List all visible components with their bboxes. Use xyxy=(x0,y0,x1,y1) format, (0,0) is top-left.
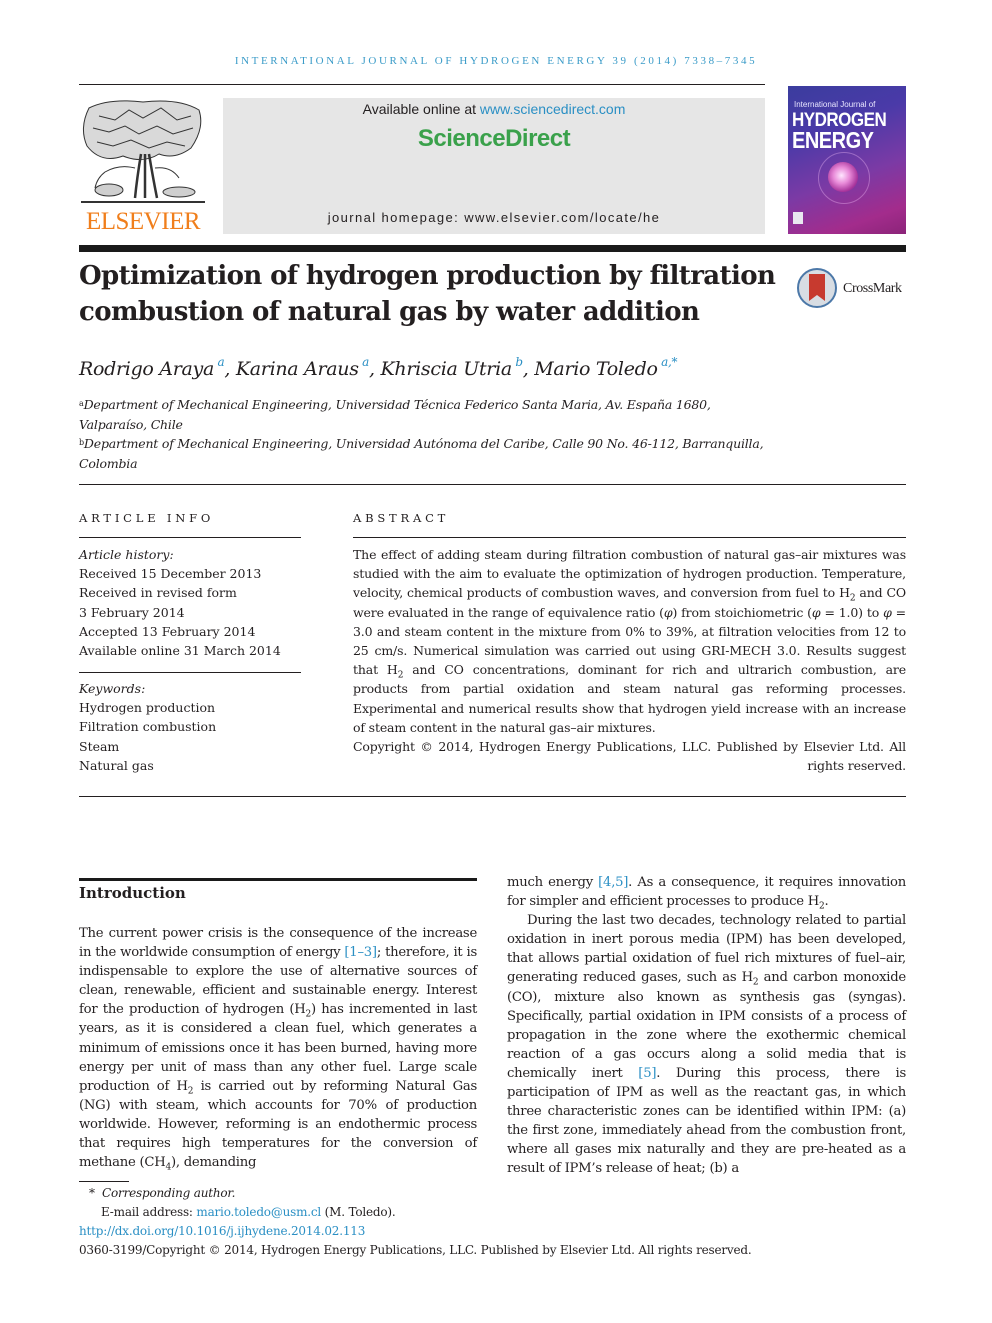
divider xyxy=(79,672,301,673)
introduction-left-column: The current power crisis is the conseque… xyxy=(79,926,477,1173)
available-online: Available online at www.sciencedirect.co… xyxy=(223,101,765,117)
cover-orb-graphic xyxy=(828,162,858,192)
author-affiliation-mark[interactable]: b xyxy=(515,355,523,369)
article-info-heading: ARTICLE INFO xyxy=(79,511,215,525)
issn-copyright: 0360-3199/Copyright © 2014, Hydrogen Ene… xyxy=(79,1243,752,1257)
introduction-heading: Introduction xyxy=(79,884,186,902)
abstract-body: The effect of adding steam during filtra… xyxy=(353,545,906,775)
keyword[interactable]: Filtration combustion xyxy=(79,717,301,736)
journal-homepage-label: journal homepage: xyxy=(327,210,465,225)
keyword[interactable]: Steam xyxy=(79,737,301,756)
crossmark-label: CrossMark xyxy=(843,281,902,296)
header-rule xyxy=(79,245,906,252)
paragraph: much energy [4,5]. As a consequence, it … xyxy=(507,875,906,912)
elsevier-wordmark: ELSEVIER xyxy=(85,208,201,235)
paragraph: During the last two decades, technology … xyxy=(507,913,906,1177)
email-link[interactable]: mario.toledo@usm.cl xyxy=(196,1205,321,1219)
available-online-label: Available online at xyxy=(362,101,480,117)
keywords-label: Keywords: xyxy=(79,681,146,696)
journal-cover[interactable]: International Journal of HYDROGEN ENERGY xyxy=(788,86,906,234)
author-name[interactable]: Mario Toledo xyxy=(534,358,658,380)
history-entry: Accepted 13 February 2014 xyxy=(79,623,256,639)
affiliation-text: Department of Mechanical Engineering, Un… xyxy=(79,436,764,471)
citation-link[interactable]: [1–3] xyxy=(344,945,377,960)
affiliation-mark: b xyxy=(79,438,84,447)
divider xyxy=(79,537,301,538)
affiliation-mark: a xyxy=(79,399,84,408)
cover-energy: ENERGY xyxy=(792,128,874,154)
history-entry: 3 February 2014 xyxy=(79,604,185,620)
keyword[interactable]: Hydrogen production xyxy=(79,698,301,717)
citation-link[interactable]: [4,5] xyxy=(598,875,628,890)
abstract-heading: ABSTRACT xyxy=(353,511,450,525)
author-affiliation-mark[interactable]: a xyxy=(362,355,369,369)
cover-publisher-icon xyxy=(793,212,803,224)
elsevier-logo[interactable]: ELSEVIER xyxy=(79,98,207,235)
affiliation: bDepartment of Mechanical Engineering, U… xyxy=(79,434,779,473)
divider xyxy=(79,484,906,485)
abstract-text: The effect of adding steam during filtra… xyxy=(353,547,906,735)
history-entry: Available online 31 March 2014 xyxy=(79,643,281,659)
footnotes: * Corresponding author. E-mail address: … xyxy=(79,1184,909,1260)
doi-line: http://dx.doi.org/10.1016/j.ijhydene.201… xyxy=(79,1222,909,1241)
author-name[interactable]: Rodrigo Araya xyxy=(79,358,214,380)
keyword[interactable]: Natural gas xyxy=(79,756,301,775)
sciencedirect-logo[interactable]: ScienceDirect xyxy=(223,125,765,153)
divider xyxy=(79,796,906,797)
doi-link[interactable]: http://dx.doi.org/10.1016/j.ijhydene.201… xyxy=(79,1224,365,1238)
affiliation-text: Department of Mechanical Engineering, Un… xyxy=(79,397,711,432)
article-history: Article history: Received 15 December 20… xyxy=(79,545,301,660)
introduction-right-column: much energy [4,5]. As a consequence, it … xyxy=(507,873,906,1179)
author-list: Rodrigo Araya a, Karina Araus a, Khrisci… xyxy=(79,355,678,380)
keywords: Keywords: Hydrogen production Filtration… xyxy=(79,679,301,775)
crossmark-button[interactable]: CrossMark xyxy=(797,268,912,310)
email-note: E-mail address: mario.toledo@usm.cl (M. … xyxy=(101,1205,396,1219)
author-affiliation-mark[interactable]: a xyxy=(218,355,225,369)
citation-link[interactable]: [5] xyxy=(638,1066,656,1081)
corresponding-author-note: * Corresponding author. xyxy=(89,1186,236,1200)
author-name[interactable]: Khriscia Utria xyxy=(381,358,513,380)
article-title: Optimization of hydrogen production by f… xyxy=(79,261,776,327)
abstract-copyright: Copyright © 2014, Hydrogen Energy Public… xyxy=(353,739,906,774)
footnote-rule xyxy=(79,1181,129,1182)
journal-homepage-link[interactable]: www.elsevier.com/locate/he xyxy=(464,210,660,225)
running-head: INTERNATIONAL JOURNAL OF HYDROGEN ENERGY… xyxy=(234,55,758,67)
author-affiliation-mark[interactable]: a,* xyxy=(661,355,677,369)
history-entry: Received 15 December 2013 xyxy=(79,566,262,582)
journal-homepage: journal homepage: www.elsevier.com/locat… xyxy=(223,210,765,225)
author-name[interactable]: Karina Araus xyxy=(236,358,359,380)
history-entry: Received in revised form xyxy=(79,585,237,601)
sciencedirect-link[interactable]: www.sciencedirect.com xyxy=(480,101,626,117)
divider xyxy=(353,537,906,538)
article-history-label: Article history: xyxy=(79,547,174,562)
affiliation: aDepartment of Mechanical Engineering, U… xyxy=(79,395,779,434)
section-rule xyxy=(79,878,477,881)
top-rule xyxy=(79,84,765,85)
tree-icon xyxy=(81,100,205,203)
sciencedirect-banner: Available online at www.sciencedirect.co… xyxy=(223,98,765,234)
